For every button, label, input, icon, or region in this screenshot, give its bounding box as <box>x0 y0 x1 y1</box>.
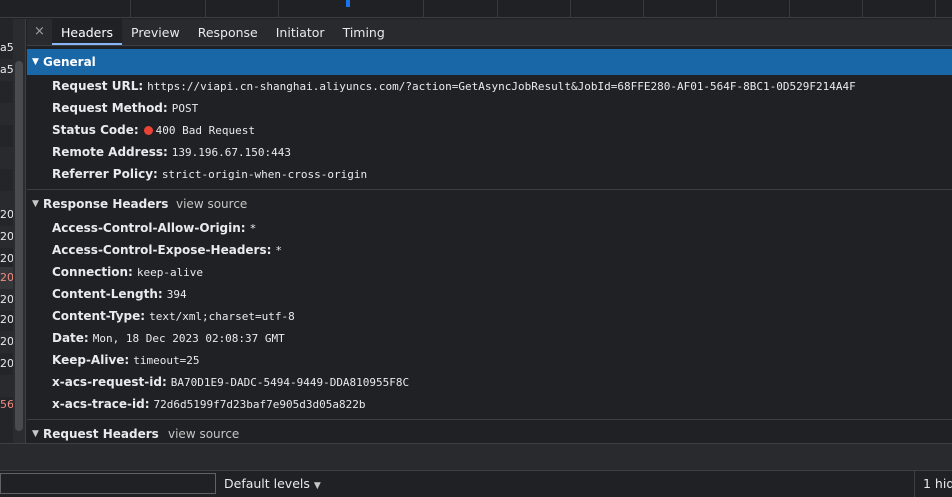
header-key: x-acs-trace-id: <box>52 397 150 411</box>
timeline-gridline <box>862 0 863 18</box>
triangle-down-icon: ▼ <box>32 199 39 209</box>
tab-timing[interactable]: Timing <box>334 19 394 45</box>
timeline-gridline <box>643 0 644 18</box>
response-header-row: Access-Control-Expose-Headers: * <box>52 239 282 261</box>
header-key: Access-Control-Allow-Origin: <box>52 221 246 235</box>
header-value: text/xml;charset=utf-8 <box>149 310 295 323</box>
triangle-down-icon: ▼ <box>32 57 39 67</box>
section-general-header[interactable]: ▼ General <box>27 49 952 75</box>
field-label: Status Code: <box>52 123 139 137</box>
general-referrer-policy: Referrer Policy: strict-origin-when-cross… <box>52 163 367 185</box>
console-filter-input[interactable] <box>0 473 216 494</box>
timeline-gridline <box>130 0 131 18</box>
general-request-url: Request URL: https://viapi.cn-shanghai.al… <box>52 75 856 97</box>
response-header-row: Keep-Alive: timeout=25 <box>52 349 199 371</box>
response-header-row: Content-Type: text/xml;charset=utf-8 <box>52 305 295 327</box>
general-request-method: Request Method: POST <box>52 97 198 119</box>
hidden-messages-count: 1 hidden <box>914 471 952 497</box>
timeline-gridline <box>205 0 206 18</box>
header-key: x-acs-request-id: <box>52 375 167 389</box>
timeline-gridline <box>423 0 424 18</box>
field-value: 400 Bad Request <box>155 124 255 137</box>
section-title: General <box>43 55 96 69</box>
view-source-link[interactable]: view source <box>176 191 247 217</box>
header-value: keep-alive <box>136 266 204 279</box>
header-value: * <box>275 244 283 257</box>
header-key: Access-Control-Expose-Headers: <box>52 243 272 257</box>
field-value: POST <box>171 102 199 115</box>
field-value: strict-origin-when-cross-origin <box>161 168 368 181</box>
header-value: 72d6d5199f7d23baf7e905d3d05a822b <box>153 398 366 411</box>
caret-down-icon: ▼ <box>313 481 321 491</box>
general-remote-address: Remote Address: 139.196.67.150:443 <box>52 141 291 163</box>
header-value: 394 <box>166 288 187 301</box>
header-key: Content-Type: <box>52 309 146 323</box>
header-key: Connection: <box>52 265 133 279</box>
section-divider <box>27 419 952 420</box>
status-error-icon <box>143 126 153 135</box>
timeline-gridline <box>716 0 717 18</box>
timeline-gridline <box>570 0 571 18</box>
request-list[interactable]: a5 a5 20. 20. 20. 20. 20. 20. 20. 20. 56… <box>0 19 26 443</box>
headers-panel: ▼ General Request URL: https://viapi.cn-s… <box>27 47 952 443</box>
tab-initiator[interactable]: Initiator <box>267 19 334 45</box>
console-toolbar: Default levels▼ 1 hidden <box>0 471 952 497</box>
section-response-headers-header[interactable]: ▼ Response Headers view source <box>27 191 952 217</box>
request-list-scrollbar[interactable] <box>13 19 25 443</box>
response-header-row: Access-Control-Allow-Origin: * <box>52 217 256 239</box>
header-key: Keep-Alive: <box>52 353 130 367</box>
log-levels-dropdown[interactable]: Default levels ▼ <box>224 471 321 497</box>
header-value: timeout=25 <box>133 354 200 367</box>
section-request-headers-header[interactable]: ▼ Request Headers view source <box>27 421 952 443</box>
view-source-link[interactable]: view source <box>168 421 239 443</box>
triangle-down-icon: ▼ <box>32 429 39 439</box>
log-levels-label: Default levels <box>224 476 310 491</box>
header-value: * <box>249 222 257 235</box>
response-header-row: Connection: keep-alive <box>52 261 203 283</box>
response-header-row: Date: Mon, 18 Dec 2023 02:08:37 GMT <box>52 327 285 349</box>
field-value: https://viapi.cn-shanghai.aliyuncs.com/?… <box>147 80 856 93</box>
drawer-toolbar <box>0 443 952 471</box>
response-header-row: Content-Length: 394 <box>52 283 187 305</box>
field-label: Request Method: <box>52 101 168 115</box>
response-header-row: x-acs-request-id: BA70D1E9-DADC-5494-9449… <box>52 371 409 393</box>
response-header-row: x-acs-trace-id: 72d6d5199f7d23baf7e905d3d… <box>52 393 365 415</box>
field-value: 139.196.67.150:443 <box>171 146 292 159</box>
timeline-gridline <box>497 0 498 18</box>
tab-headers[interactable]: Headers <box>52 19 123 45</box>
timeline-marker <box>346 0 350 7</box>
detail-tabbar: × Headers Preview Response Initiator Tim… <box>27 19 952 46</box>
section-title: Request Headers <box>43 427 159 441</box>
tab-preview[interactable]: Preview <box>122 19 189 45</box>
timeline-gridline <box>789 0 790 18</box>
timeline-gridline <box>935 0 936 18</box>
field-label: Referrer Policy: <box>52 167 158 181</box>
timeline-gridline <box>278 0 279 18</box>
tab-response[interactable]: Response <box>189 19 267 45</box>
field-label: Request URL: <box>52 79 144 93</box>
timeline-strip <box>0 0 952 18</box>
header-key: Content-Length: <box>52 287 163 301</box>
header-key: Date: <box>52 331 89 345</box>
scrollbar-thumb[interactable] <box>15 61 23 431</box>
general-status-code: Status Code: 400 Bad Request <box>52 119 255 141</box>
close-icon[interactable]: × <box>27 19 52 45</box>
header-value: BA70D1E9-DADC-5494-9449-DDA810955F8C <box>170 376 410 389</box>
field-label: Remote Address: <box>52 145 168 159</box>
header-value: Mon, 18 Dec 2023 02:08:37 GMT <box>92 332 285 345</box>
section-title: Response Headers <box>43 197 169 211</box>
section-divider <box>27 189 952 190</box>
